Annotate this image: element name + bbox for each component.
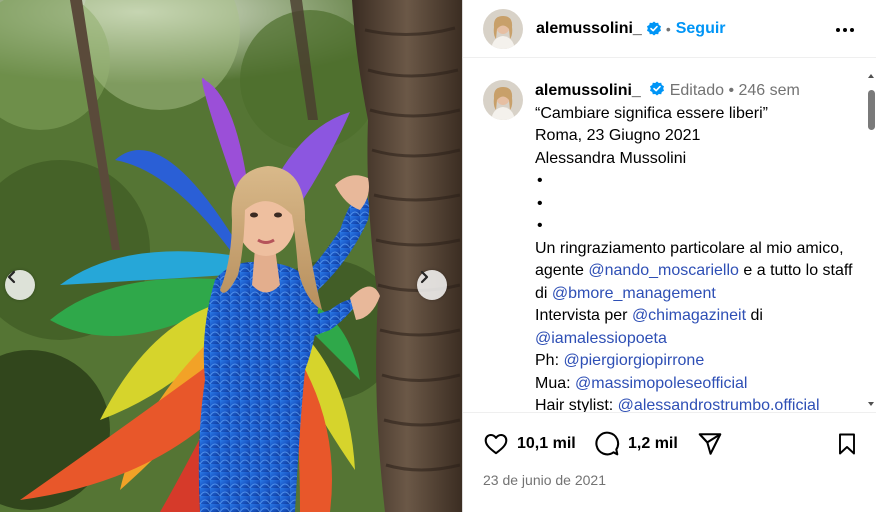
- caption-hair: Hair stylist: @alessandrostrumbo.officia…: [535, 395, 855, 412]
- separator-dot: •: [665, 20, 671, 37]
- caption-area: alemussolini_ Editado • 246 sem “Cambiar…: [463, 66, 876, 412]
- chevron-right-icon: [420, 270, 429, 284]
- interview-label: Intervista per: [535, 307, 632, 324]
- post-age[interactable]: 246 sem: [739, 82, 800, 99]
- interview-di: di: [746, 307, 763, 324]
- caption-ph: Ph: @piergiorgiopirrone: [535, 350, 855, 373]
- mention-chimagazineit[interactable]: @chimagazineit: [632, 307, 746, 324]
- scrollbar-thumb[interactable]: [868, 90, 875, 130]
- meta-dot: •: [728, 82, 739, 99]
- caption-journalist: @iamalessiopoeta: [535, 328, 855, 351]
- mention-bmore-management[interactable]: @bmore_management: [552, 285, 716, 302]
- mention-piergiorgiopirrone[interactable]: @piergiorgiopirrone: [563, 352, 704, 369]
- header-username[interactable]: alemussolini_: [536, 20, 642, 38]
- caption-interview: Intervista per @chimagazineit di: [535, 305, 855, 328]
- avatar-image: [483, 8, 523, 49]
- mention-alessandrostrumbo[interactable]: @alessandrostrumbo.official: [618, 397, 820, 412]
- verified-badge-icon: [646, 21, 661, 35]
- bookmark-icon: [839, 433, 855, 455]
- caption-username[interactable]: alemussolini_: [535, 82, 641, 99]
- caption-bullet: •: [537, 217, 543, 234]
- mention-massimopoleseofficial[interactable]: @massimopoleseofficial: [575, 375, 747, 392]
- mention-nando-moscariello[interactable]: @nando_moscariello: [588, 262, 739, 279]
- verified-badge-icon: [650, 81, 665, 96]
- caption-place-date: Roma, 23 Giugno 2021: [535, 127, 701, 144]
- photo-illustration: [0, 0, 462, 512]
- avatar-image: [483, 80, 523, 120]
- caption-quote: “Cambiare significa essere liberi”: [535, 104, 768, 122]
- heart-icon: [484, 433, 508, 455]
- comment-bubble-icon: [595, 431, 620, 456]
- ph-label: Ph:: [535, 352, 564, 369]
- comment-count[interactable]: 1,2 mil: [628, 435, 678, 453]
- avatar[interactable]: [483, 8, 523, 49]
- previous-photo-button[interactable]: [5, 270, 35, 300]
- comment-button[interactable]: 1,2 mil: [594, 431, 678, 457]
- caption-thanks: Un ringraziamento particolare al mio ami…: [535, 238, 855, 306]
- mention-iamalessiopoeta[interactable]: @iamalessiopoeta: [535, 330, 667, 347]
- like-count[interactable]: 10,1 mil: [517, 435, 576, 453]
- post-side-panel: alemussolini_ • Seguir alemussolini_ Edi…: [462, 0, 876, 512]
- post-date[interactable]: 23 de junio de 2021: [483, 472, 606, 488]
- hair-label: Hair stylist:: [535, 397, 618, 412]
- edited-label: Editado: [669, 82, 724, 99]
- caption-header: alemussolini_ Editado • 246 sem: [535, 80, 855, 103]
- caption-text: alemussolini_ Editado • 246 sem “Cambiar…: [535, 80, 855, 412]
- caption-mua: Mua: @massimopoleseofficial: [535, 373, 855, 396]
- mua-label: Mua:: [535, 374, 576, 392]
- save-button[interactable]: [835, 431, 859, 457]
- caption-avatar[interactable]: [483, 80, 523, 120]
- follow-button[interactable]: Seguir: [676, 20, 726, 38]
- chevron-left-icon: [7, 270, 16, 284]
- post-photo[interactable]: [0, 0, 462, 512]
- share-button[interactable]: [697, 431, 723, 457]
- like-button[interactable]: 10,1 mil: [483, 431, 576, 457]
- more-options-icon[interactable]: [833, 18, 857, 42]
- caption-bullet: •: [537, 194, 543, 212]
- post-header: alemussolini_ • Seguir: [463, 0, 876, 58]
- caption-bullet: •: [537, 172, 543, 189]
- paper-plane-icon: [698, 433, 722, 455]
- caption-signature: Alessandra Mussolini: [535, 149, 687, 167]
- next-photo-button[interactable]: [417, 270, 447, 300]
- action-bar: 10,1 mil 1,2 mil 23 de junio de 2021: [463, 412, 876, 512]
